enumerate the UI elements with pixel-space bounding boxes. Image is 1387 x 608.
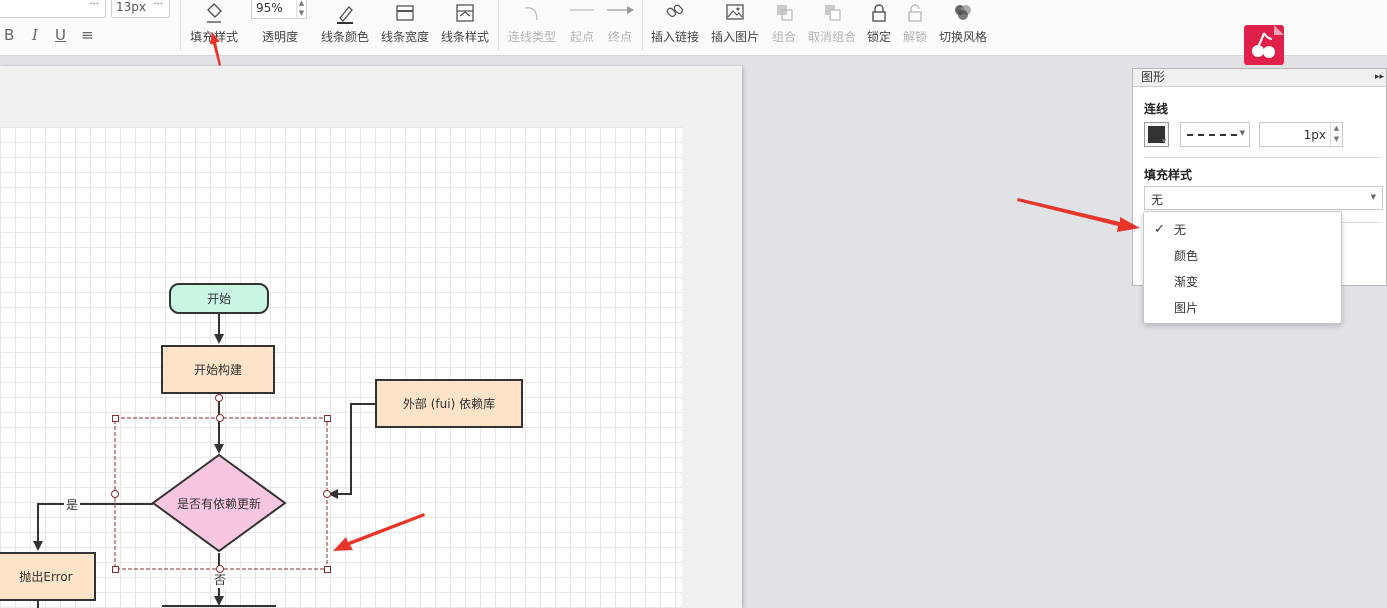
line-width-value: 1px [1303,128,1326,142]
unlock-label: 解锁 [902,30,927,44]
fill-style-select[interactable]: 无 ▼ [1144,186,1383,210]
theme-circles-icon [936,0,990,24]
start-node-label: 开始 [206,292,231,306]
line-width-input[interactable]: 1px ▲ ▼ [1259,122,1343,147]
option-label: 图片 [1174,301,1199,315]
ungroup-label: 取消组合 [807,30,856,44]
external-deps-label: 外部 (fui) 依赖库 [402,397,496,411]
group-icon [768,0,800,24]
switch-theme-button[interactable]: 切换风格 [936,0,990,50]
unlock-icon [900,0,930,24]
panel-divider [1144,157,1382,158]
group-button[interactable]: 组合 [768,0,800,50]
unlock-button[interactable]: 解锁 [900,0,930,50]
lock-label: 锁定 [866,30,891,44]
fill-option-gradient[interactable]: 渐变 [1144,269,1341,295]
caret-down-icon: ▼ [1239,129,1245,137]
fill-section-title: 填充样式 [1144,168,1193,182]
cherry-icon [1252,25,1284,58]
edge-yes[interactable] [33,503,153,551]
anchor-point-top[interactable] [216,414,224,422]
option-label: 渐变 [1174,275,1199,289]
external-deps-node[interactable]: 外部 (fui) 依赖库 [375,379,523,428]
throw-error-label: 抛出Error [19,570,73,584]
app-logo [1244,25,1284,65]
lock-icon [864,0,894,24]
option-label: 无 [1174,223,1187,237]
dash-preview [1187,134,1237,136]
anchor-point-right[interactable] [323,490,331,498]
fill-style-dropdown: ✓ 无 颜色 渐变 图片 [1143,211,1342,324]
ungroup-icon [806,0,858,24]
edge-deps-to-decision[interactable] [328,403,375,499]
resize-handle-sw[interactable] [112,566,119,573]
start-build-label: 开始构建 [193,363,242,377]
annotation-arrow-dropdown [1017,198,1140,232]
connector-lines [33,314,375,608]
check-icon: ✓ [1154,222,1165,237]
edge-label-yes[interactable]: 是 [64,496,81,513]
resize-handle-nw[interactable] [112,415,119,422]
line-color-picker[interactable]: ▼ [1144,122,1169,147]
decision-text: 是否有依赖更新 [160,490,278,516]
panel-header[interactable]: 图形 ▸▸ [1133,69,1386,87]
throw-error-node[interactable]: 抛出Error [0,552,96,601]
edge-label-no[interactable]: 否 [212,571,229,588]
panel-title: 图形 [1141,70,1166,84]
lock-button[interactable]: 锁定 [864,0,894,50]
ungroup-button[interactable]: 取消组合 [806,0,858,50]
start-node[interactable]: 开始 [169,283,269,314]
option-label: 颜色 [1174,249,1199,263]
start-build-node[interactable]: 开始构建 [161,345,275,394]
resize-handle-se[interactable] [324,566,331,573]
fill-option-image[interactable]: 图片 [1144,295,1341,321]
caret-down-icon: ▼ [1370,193,1376,201]
stepper-icon[interactable]: ▲ ▼ [1330,123,1342,146]
rotate-handle[interactable] [215,394,223,402]
fill-style-value: 无 [1151,193,1164,207]
fill-option-none[interactable]: ✓ 无 [1144,217,1341,243]
fill-option-color[interactable]: 颜色 [1144,243,1341,269]
line-dash-select[interactable]: ▼ [1180,122,1250,147]
anchor-point-left[interactable] [111,490,119,498]
switch-theme-label: 切换风格 [938,30,987,44]
collapse-icon[interactable]: ▸▸ [1375,69,1384,86]
group-label: 组合 [771,30,796,44]
caret-down-icon: ▼ [1161,138,1166,145]
decision-label: 是否有依赖更新 [176,496,261,511]
line-section-title: 连线 [1144,102,1169,116]
anchor-point-bottom[interactable] [216,565,224,573]
resize-handle-ne[interactable] [324,415,331,422]
